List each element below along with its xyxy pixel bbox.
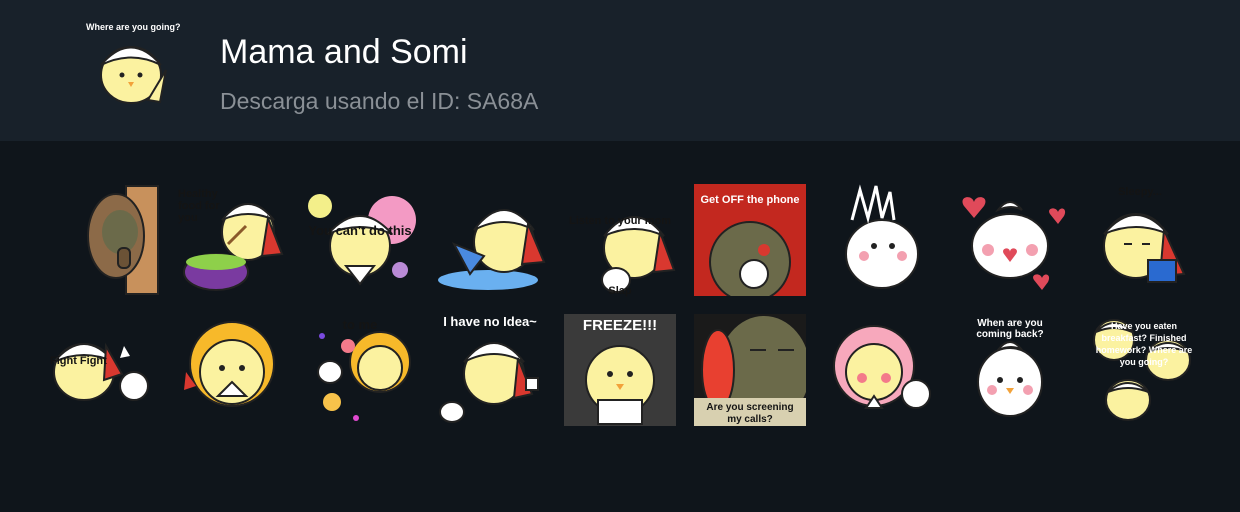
sticker-11[interactable] xyxy=(178,316,290,428)
mama-sleepy-icon xyxy=(1103,213,1186,283)
sticker-18-caption: Have you eaten breakfast? Finished homew… xyxy=(1095,321,1193,367)
mama-no-idea-icon xyxy=(439,342,539,423)
somi-shocked-icon xyxy=(845,184,919,289)
mama-sunflower-pray-icon xyxy=(184,321,275,407)
mama-spilled-water-icon xyxy=(438,209,546,290)
sticker-10[interactable]: Fight Fight xyxy=(44,316,156,428)
sticker-13[interactable]: I have no Idea~ xyxy=(432,315,544,428)
sticker-7[interactable] xyxy=(824,184,936,296)
sticker-12[interactable] xyxy=(308,316,420,428)
sticker-17-caption: When are you coming back? xyxy=(976,318,1044,340)
sticker-17[interactable]: When are you coming back? xyxy=(954,316,1066,428)
sticker-14-caption: FREEZE!!! xyxy=(582,317,658,334)
sticker-9-caption: Sleepy... xyxy=(1118,186,1162,198)
sticker-14[interactable]: FREEZE!!! xyxy=(564,314,676,426)
sticker-9[interactable]: Sleepy... xyxy=(1084,184,1196,296)
sticker-5-caption: Listen to your mom Slap xyxy=(568,215,672,297)
sticker-15-caption: Are you screening my calls? xyxy=(706,402,794,425)
sticker-10-caption: Fight Fight xyxy=(50,355,107,367)
mama-flowers-icon xyxy=(317,331,411,421)
sticker-grid: Healthy food for you You can't do this t… xyxy=(0,0,1240,512)
somi-hearts-icon xyxy=(962,197,1066,290)
sticker-3[interactable]: You can't do this to me xyxy=(304,184,416,332)
sticker-2-caption: Healthy food for you xyxy=(178,188,220,224)
sticker-3-caption: You can't do this to me xyxy=(308,223,412,332)
sticker-6[interactable]: Get OFF the phone xyxy=(694,184,806,296)
sticker-15[interactable]: Are you screening my calls? xyxy=(694,314,806,426)
sticker-6-caption: Get OFF the phone xyxy=(700,194,800,206)
sticker-4[interactable] xyxy=(434,184,546,296)
sticker-16[interactable] xyxy=(824,316,936,428)
sticker-8[interactable] xyxy=(954,184,1066,296)
sticker-2[interactable]: Healthy food for you xyxy=(176,184,288,296)
sticker-5[interactable]: Listen to your mom Slap xyxy=(564,184,676,297)
sticker-13-caption: I have no Idea~ xyxy=(443,314,537,329)
somi-flower-pray-icon xyxy=(833,325,931,409)
sticker-18[interactable]: Have you eaten breakfast? Finished homew… xyxy=(1084,314,1196,426)
